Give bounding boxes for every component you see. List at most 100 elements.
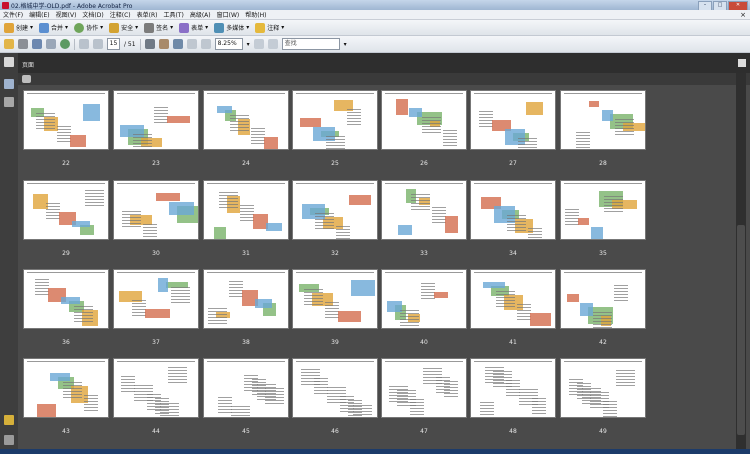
thumbnail-content-block bbox=[349, 195, 371, 205]
menu-tools[interactable]: 工具(T) bbox=[163, 10, 183, 19]
page-thumbnail[interactable] bbox=[560, 269, 646, 329]
page-thumbnail[interactable] bbox=[113, 358, 199, 418]
thumbnail-content-block bbox=[411, 194, 430, 212]
page-number-label: 32 bbox=[331, 250, 339, 257]
thumbnail-content-block bbox=[436, 377, 450, 395]
page-thumbnail[interactable] bbox=[23, 180, 109, 240]
page-thumbnail[interactable] bbox=[560, 90, 646, 150]
page-thumbnail[interactable] bbox=[560, 358, 646, 418]
menu-help[interactable]: 帮助(H) bbox=[245, 10, 266, 19]
page-thumbnail[interactable] bbox=[470, 90, 556, 150]
email-icon[interactable] bbox=[46, 39, 56, 49]
page-thumbnail[interactable] bbox=[113, 269, 199, 329]
zoom-level-input[interactable]: 8.25% bbox=[214, 38, 243, 50]
navigation-toolbar: 15 / 51 8.25% ▾ 查找 ▾ bbox=[0, 36, 750, 53]
panel-close-icon[interactable] bbox=[738, 59, 746, 67]
menu-forms[interactable]: 表单(R) bbox=[137, 10, 158, 19]
thumbnail-content-block bbox=[133, 134, 152, 149]
page-thumbnail[interactable] bbox=[470, 269, 556, 329]
zoom-tool-icon[interactable] bbox=[172, 39, 183, 49]
comment-button[interactable]: 注释 ▾ bbox=[255, 22, 284, 33]
menu-comments[interactable]: 注释(C) bbox=[110, 10, 131, 19]
zoom-in-icon[interactable] bbox=[200, 39, 211, 49]
page-thumbnail[interactable] bbox=[292, 269, 378, 329]
thumbnail-header-line bbox=[296, 361, 374, 362]
page-thumbnail[interactable] bbox=[381, 358, 467, 418]
page-thumbnail[interactable] bbox=[560, 180, 646, 240]
separator bbox=[139, 38, 141, 50]
menu-edit[interactable]: 编辑(E) bbox=[29, 10, 49, 19]
page-thumbnail[interactable] bbox=[381, 180, 467, 240]
thumbnail-content-block bbox=[614, 285, 628, 303]
save-icon[interactable] bbox=[32, 39, 42, 49]
collaborate-button[interactable]: 协作 ▾ bbox=[74, 22, 103, 33]
menu-document[interactable]: 文档(D) bbox=[82, 10, 103, 19]
thumbnail-header-line bbox=[474, 361, 552, 362]
thumbnail-content-block bbox=[443, 130, 457, 148]
page-thumbnail[interactable] bbox=[23, 358, 109, 418]
thumbnail-content-block bbox=[530, 313, 551, 326]
thumbnail-content-block bbox=[168, 367, 187, 385]
page-thumbnail[interactable] bbox=[381, 269, 467, 329]
page-thumbnail[interactable] bbox=[470, 358, 556, 418]
fit-page-icon[interactable] bbox=[253, 39, 264, 49]
pages-panel-icon[interactable] bbox=[4, 57, 14, 67]
combine-button[interactable]: 合并 ▾ bbox=[39, 22, 68, 33]
menu-window[interactable]: 窗口(W) bbox=[217, 10, 240, 19]
bookmarks-icon[interactable] bbox=[4, 79, 14, 89]
document-close-icon[interactable]: × bbox=[740, 11, 746, 19]
fit-width-icon[interactable] bbox=[267, 39, 278, 49]
thumbnail-header-line bbox=[27, 361, 105, 362]
page-thumbnail[interactable] bbox=[113, 90, 199, 150]
page-thumbnail[interactable] bbox=[203, 90, 289, 150]
page-thumbnail[interactable] bbox=[23, 269, 109, 329]
page-thumbnail[interactable] bbox=[203, 180, 289, 240]
options-menu-icon[interactable] bbox=[22, 75, 31, 83]
thumbnail-content-block bbox=[569, 379, 583, 397]
hand-tool-icon[interactable] bbox=[158, 39, 169, 49]
vertical-scrollbar[interactable] bbox=[736, 73, 746, 449]
thumbnail-content-block bbox=[485, 367, 504, 385]
page-thumbnail[interactable] bbox=[203, 269, 289, 329]
page-thumbnail[interactable] bbox=[113, 180, 199, 240]
thumbnail-content-block bbox=[255, 299, 272, 308]
thumbnail-header-line bbox=[385, 93, 463, 94]
find-input[interactable]: 查找 bbox=[281, 38, 340, 50]
sign-button[interactable]: 签名 ▾ bbox=[144, 22, 173, 33]
zoom-dropdown-icon[interactable]: ▾ bbox=[247, 41, 250, 48]
thumbnail-content-block bbox=[57, 126, 71, 144]
menu-view[interactable]: 视图(V) bbox=[56, 10, 77, 19]
attachments-icon[interactable] bbox=[4, 435, 14, 445]
page-thumbnail[interactable] bbox=[203, 358, 289, 418]
page-number-label: 24 bbox=[242, 160, 250, 167]
multimedia-button[interactable]: 多媒体 ▾ bbox=[214, 22, 249, 33]
next-page-icon[interactable] bbox=[93, 39, 103, 49]
page-thumbnail[interactable] bbox=[381, 90, 467, 150]
share-icon[interactable] bbox=[60, 39, 70, 49]
menu-advanced[interactable]: 高级(A) bbox=[190, 10, 211, 19]
page-thumbnail[interactable] bbox=[292, 180, 378, 240]
previous-page-icon[interactable] bbox=[79, 39, 89, 49]
thumbnail-header-line bbox=[27, 93, 105, 94]
scrollbar-thumb[interactable] bbox=[737, 225, 745, 435]
page-thumbnail[interactable] bbox=[23, 90, 109, 150]
find-dropdown-icon[interactable]: ▾ bbox=[344, 41, 347, 48]
page-number-label: 25 bbox=[331, 160, 339, 167]
comments-panel-icon[interactable] bbox=[4, 415, 14, 425]
print-icon[interactable] bbox=[18, 39, 28, 49]
create-button[interactable]: 创建 ▾ bbox=[4, 22, 33, 33]
select-tool-icon[interactable] bbox=[144, 39, 155, 49]
page-number-input[interactable]: 15 bbox=[107, 38, 120, 50]
page-thumbnail[interactable] bbox=[470, 180, 556, 240]
thumbnail-content-block bbox=[121, 376, 135, 394]
signatures-icon[interactable] bbox=[4, 97, 14, 107]
secure-button[interactable]: 安全 ▾ bbox=[109, 22, 138, 33]
page-thumbnail[interactable] bbox=[292, 358, 378, 418]
page-number-label: 45 bbox=[242, 428, 250, 435]
thumbnail-header-line bbox=[474, 272, 552, 273]
forms-button[interactable]: 表单 ▾ bbox=[179, 22, 208, 33]
zoom-out-icon[interactable] bbox=[186, 39, 197, 49]
page-thumbnail[interactable] bbox=[292, 90, 378, 150]
menu-file[interactable]: 文件(F) bbox=[3, 10, 23, 19]
open-folder-icon[interactable] bbox=[4, 39, 14, 49]
